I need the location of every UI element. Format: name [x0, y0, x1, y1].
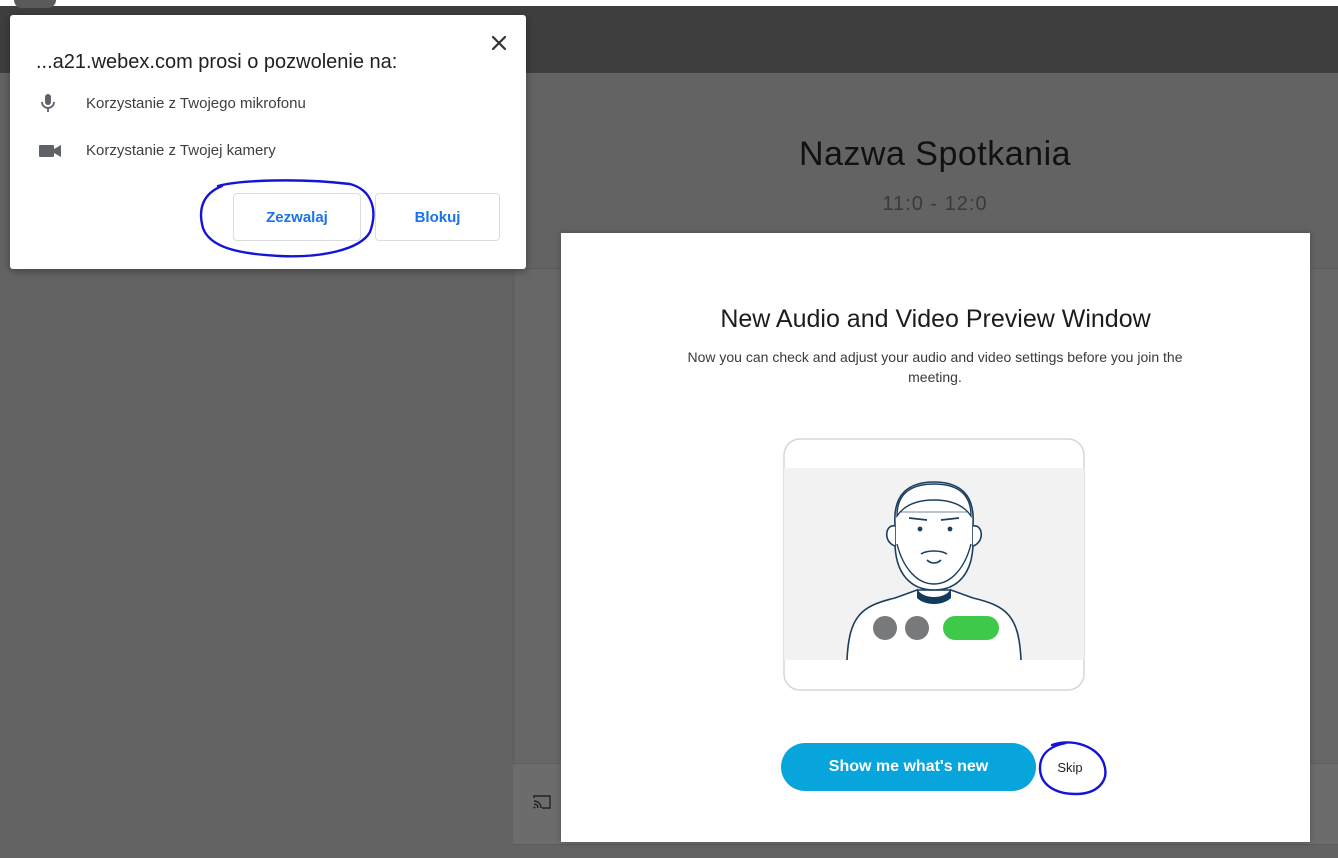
meeting-title: Nazwa Spotkania: [798, 135, 1072, 173]
close-icon[interactable]: [488, 32, 510, 54]
permission-popup: ...a21.webex.com prosi o pozwolenie na: …: [10, 15, 526, 269]
window-edge: [0, 0, 1338, 6]
microphone-icon: [41, 94, 55, 112]
allow-button[interactable]: Zezwalaj: [233, 193, 361, 241]
permission-title: ...a21.webex.com prosi o pozwolenie na:: [36, 51, 398, 73]
skip-button[interactable]: Skip: [1046, 745, 1094, 789]
avatar-preview-illustration: [783, 438, 1085, 691]
dialog-description: Now you can check and adjust your audio …: [687, 349, 1183, 385]
cast-icon[interactable]: [533, 795, 551, 809]
permission-item-label: Korzystanie z Twojego mikrofonu: [86, 95, 306, 112]
camera-icon: [39, 145, 61, 157]
meeting-time: 11:0 - 12:0: [882, 193, 988, 215]
show-whats-new-button[interactable]: Show me what's new: [781, 743, 1036, 791]
tab-corner: [14, 0, 56, 8]
preview-dialog: New Audio and Video Preview Window Now y…: [561, 233, 1310, 842]
permission-item-label: Korzystanie z Twojej kamery: [86, 142, 276, 159]
dialog-heading: New Audio and Video Preview Window: [720, 305, 1151, 333]
block-button[interactable]: Blokuj: [375, 193, 500, 241]
